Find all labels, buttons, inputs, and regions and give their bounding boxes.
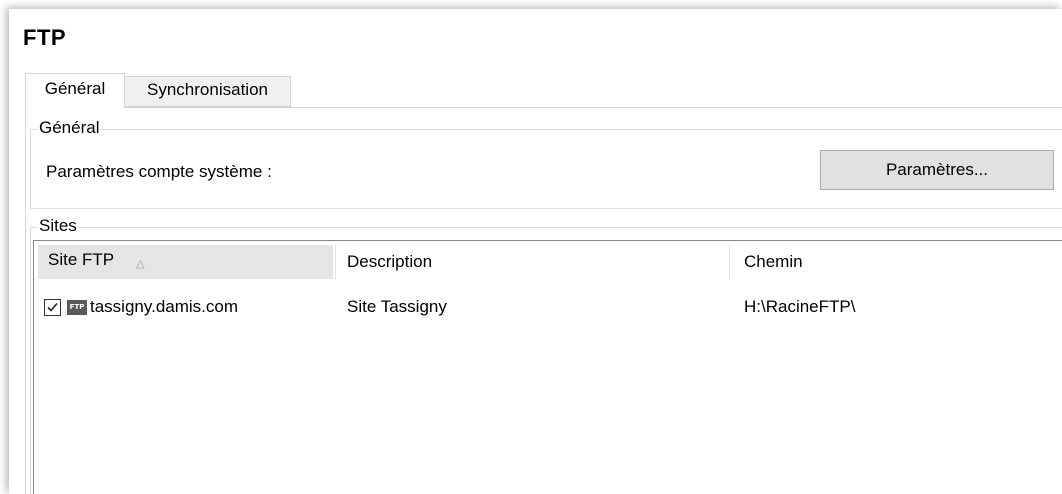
tab-general[interactable]: Général [25, 73, 125, 108]
site-enabled-checkbox[interactable] [44, 299, 61, 316]
params-button[interactable]: Paramètres... [820, 150, 1054, 190]
column-header-site-ftp[interactable]: Site FTP △ [38, 245, 333, 279]
window-title: FTP [23, 25, 67, 50]
system-account-params-label: Paramètres compte système : [46, 162, 272, 181]
general-group-legend: Général [38, 118, 101, 138]
column-separator[interactable] [335, 245, 336, 279]
column-header-site-ftp-label: Site FTP [48, 250, 115, 269]
description-cell: Site Tassigny [347, 297, 447, 316]
checkmark-icon [47, 302, 58, 312]
column-header-chemin[interactable]: Chemin [734, 245, 1062, 279]
tab-panel-left-border [25, 107, 26, 494]
chemin-cell: H:\RacineFTP\ [744, 297, 856, 316]
column-header-description[interactable]: Description [337, 245, 730, 279]
ftp-icon: FTP [67, 300, 87, 315]
tab-synchronisation[interactable]: Synchronisation [125, 76, 291, 107]
sites-list[interactable]: Site FTP △ Description Chemin FTP tassign… [33, 240, 1062, 494]
tab-panel-border [25, 107, 1062, 108]
sort-ascending-icon: △ [136, 258, 145, 270]
ftp-window: FTP Général Synchronisation Général Para… [9, 9, 1062, 494]
table-row[interactable]: FTP tassigny.damis.com Site Tassigny H:\… [34, 296, 1062, 324]
sites-group-legend: Sites [38, 216, 78, 236]
site-ftp-cell: tassigny.damis.com [90, 297, 239, 316]
